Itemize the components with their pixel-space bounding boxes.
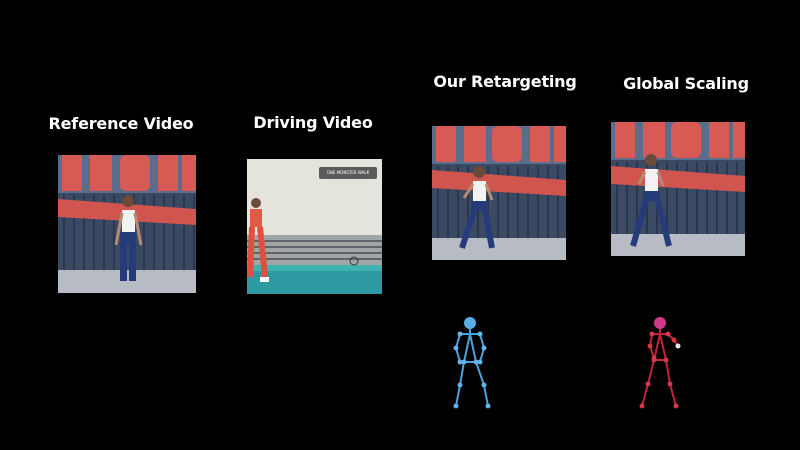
driving-video-label: Driving Video (253, 113, 373, 132)
pose-skeleton-icon (440, 310, 510, 414)
our-retargeting-frame[interactable] (432, 126, 566, 260)
pose-skeleton-icon (630, 310, 700, 414)
global-scaling-frame[interactable] (611, 122, 745, 256)
global-scaling-label: Global Scaling (623, 74, 749, 93)
driving-banner-text: ONE MONSTER WALK (326, 170, 370, 175)
reference-video-label: Reference Video (48, 114, 194, 133)
our-retargeting-label: Our Retargeting (433, 72, 577, 91)
reference-video-frame[interactable] (58, 155, 196, 293)
driving-video-frame[interactable]: ONE MONSTER WALK (247, 159, 382, 294)
